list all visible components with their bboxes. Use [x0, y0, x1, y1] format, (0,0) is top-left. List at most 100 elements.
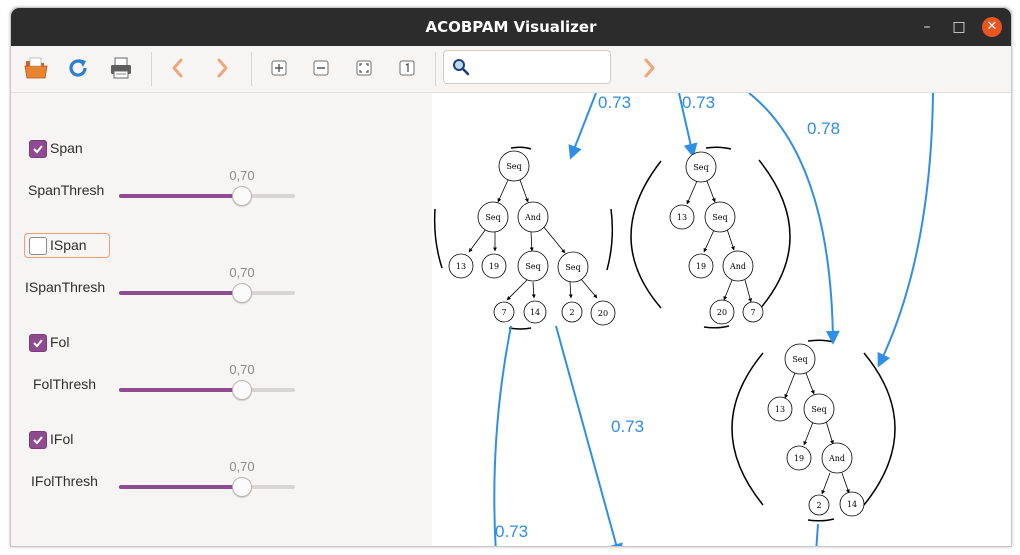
fol-threshold-value: 0,70 — [229, 362, 255, 377]
process-tree-2-labels: Seq 13 Seq 19 And 20 7 — [677, 163, 756, 317]
ifol-threshold-value: 0,70 — [229, 459, 255, 474]
slider-handle[interactable] — [232, 186, 253, 206]
process-tree-1[interactable] — [448, 150, 616, 326]
zoom-original-button[interactable] — [392, 53, 422, 83]
edge-weight-label: 0.73 — [682, 93, 715, 112]
edge-arrow[interactable] — [877, 93, 934, 368]
checkmark-icon — [33, 145, 43, 154]
node-label: 19 — [489, 262, 499, 271]
chevron-left-icon — [172, 58, 183, 78]
fol-threshold-slider[interactable] — [119, 380, 295, 400]
node-label: 19 — [696, 262, 706, 271]
edge-arrow[interactable] — [555, 325, 623, 546]
span-label: Span — [50, 140, 83, 156]
zoom-out-icon — [313, 60, 329, 76]
cluster-bracket — [807, 518, 835, 522]
node-label: 13 — [677, 213, 687, 222]
search-icon — [453, 59, 470, 76]
span-threshold-label: SpanThresh — [28, 182, 105, 198]
slider-handle[interactable] — [232, 283, 253, 303]
node-label: 2 — [569, 308, 574, 317]
edge-arrow[interactable] — [568, 93, 597, 160]
edge-weight-label: 0.78 — [807, 119, 840, 138]
slider-fill — [119, 485, 243, 489]
print-button[interactable] — [106, 53, 136, 83]
zoom-original-icon — [399, 60, 415, 76]
node-label: Seq — [792, 355, 807, 364]
toolbar — [11, 46, 1011, 93]
toolbar-separator — [435, 52, 436, 86]
app-window: ACOBPAM Visualizer – □ ✕ Span 0,70 SpanT… — [10, 7, 1012, 547]
cluster-bracket — [510, 146, 532, 150]
minimize-button[interactable]: – — [917, 17, 937, 37]
ispan-checkbox[interactable] — [29, 237, 47, 255]
node-label: 20 — [598, 309, 608, 318]
node-label: 14 — [847, 500, 857, 509]
zoom-fit-icon — [356, 60, 372, 76]
zoom-fit-button[interactable] — [349, 53, 379, 83]
ispan-threshold-slider[interactable] — [119, 283, 295, 303]
cluster-bracket — [508, 327, 532, 330]
filter-panel: Span 0,70 SpanThresh ISpan 0,70 ISpanThr… — [11, 93, 432, 546]
node-label: Seq — [506, 162, 521, 171]
node-label: 20 — [717, 308, 727, 317]
node-label: Seq — [811, 405, 826, 414]
toolbar-separator — [151, 52, 152, 86]
edge-arrow[interactable] — [493, 325, 512, 546]
node-label: Seq — [485, 213, 500, 222]
chevron-right-icon — [644, 58, 655, 78]
folder-open-icon — [24, 57, 48, 79]
process-tree-2[interactable] — [669, 151, 764, 325]
cluster-bracket — [606, 208, 614, 271]
zoom-out-button[interactable] — [306, 53, 336, 83]
process-tree-1-labels: Seq Seq And 13 19 Seq Seq 7 14 2 20 — [456, 162, 608, 318]
cluster-bracket — [863, 352, 896, 506]
fol-label: Fol — [50, 334, 70, 350]
edge-arrow[interactable] — [815, 523, 819, 546]
search-box[interactable] — [443, 50, 611, 84]
cluster-bracket — [758, 159, 791, 311]
toolbar-separator — [251, 52, 252, 86]
ifol-threshold-slider[interactable] — [119, 477, 295, 497]
chevron-right-icon — [217, 58, 228, 78]
fol-threshold-label: FolThresh — [33, 376, 97, 392]
cluster-bracket — [807, 339, 835, 343]
maximize-button[interactable]: □ — [949, 17, 969, 37]
reload-button[interactable] — [63, 53, 93, 83]
node-label: Seq — [525, 262, 540, 271]
node-label: 13 — [456, 262, 466, 271]
slider-handle[interactable] — [232, 477, 253, 497]
process-tree-3-labels: Seq 13 Seq 19 And 2 14 — [775, 355, 857, 510]
fol-checkbox[interactable] — [29, 334, 47, 352]
node-label: Seq — [693, 163, 708, 172]
slider-handle[interactable] — [232, 380, 253, 400]
cluster-bracket — [433, 208, 443, 269]
ispan-threshold-label: ISpanThresh — [25, 279, 106, 295]
ifol-label: IFol — [50, 431, 74, 447]
node-label: And — [828, 454, 845, 463]
cluster-bracket — [705, 146, 732, 150]
ispan-label: ISpan — [50, 237, 87, 253]
open-button[interactable] — [21, 53, 51, 83]
edge-weight-label: 0.73 — [495, 522, 528, 541]
close-button[interactable]: ✕ — [982, 17, 1002, 37]
node-label: 7 — [750, 308, 755, 317]
ifol-checkbox[interactable] — [29, 431, 47, 449]
node-label: 19 — [794, 454, 804, 463]
span-threshold-slider[interactable] — [119, 186, 295, 206]
span-checkbox[interactable] — [29, 140, 47, 158]
back-button[interactable] — [163, 53, 193, 83]
graph-view[interactable]: 0.73 0.73 0.78 0.73 0.73 Seq Seq And 13 … — [432, 93, 1011, 546]
forward-button[interactable] — [207, 53, 237, 83]
graph-canvas[interactable]: 0.73 0.73 0.78 0.73 0.73 Seq Seq And 13 … — [432, 93, 1011, 546]
slider-fill — [119, 388, 243, 392]
find-next-button[interactable] — [634, 53, 664, 83]
node-label: And — [524, 213, 541, 222]
process-tree-3[interactable] — [767, 343, 865, 517]
node-label: 13 — [775, 405, 785, 414]
node-label: 7 — [501, 308, 506, 317]
zoom-in-button[interactable] — [264, 53, 294, 83]
printer-icon — [111, 57, 131, 79]
cluster-bracket — [703, 325, 730, 329]
edge-weight-label: 0.73 — [611, 417, 644, 436]
